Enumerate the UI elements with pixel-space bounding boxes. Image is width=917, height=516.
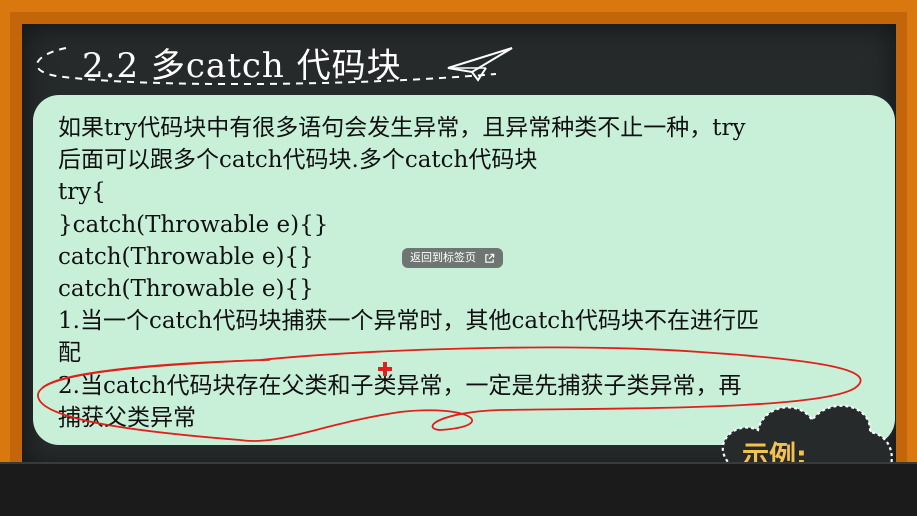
back-to-tab-button[interactable]: 返回到标签页 — [402, 248, 503, 268]
body-line: 后面可以跟多个catch代码块.多个catch代码块 — [58, 147, 538, 174]
external-link-icon — [485, 253, 495, 263]
rule-line: 配 — [58, 340, 81, 367]
body-line: 如果try代码块中有很多语句会发生异常，且异常种类不止一种，try — [58, 115, 746, 141]
back-to-tab-label: 返回到标签页 — [410, 251, 476, 264]
slide-body: 如果try代码块中有很多语句会发生异常，且异常种类不止一种，try 后面可以跟多… — [58, 112, 878, 434]
video-frame: 2.2 多catch 代码块 如果try代码块中有很多语句会发生异常，且异常种类… — [0, 0, 917, 516]
code-line: }catch(Throwable e){} — [58, 211, 329, 238]
bottom-bar-divider — [0, 462, 917, 464]
video-bottom-bar — [0, 462, 917, 516]
red-cross-cursor-icon — [378, 362, 392, 376]
rule-line: 1.当一个catch代码块捕获一个异常时，其他catch代码块不在进行匹 — [58, 308, 760, 335]
code-line: catch(Throwable e){} — [58, 275, 314, 302]
paper-plane-icon — [447, 47, 513, 82]
slide-title: 2.2 多catch 代码块 — [82, 46, 402, 86]
code-line: try{ — [58, 179, 106, 206]
slide-title-area: 2.2 多catch 代码块 — [26, 34, 526, 94]
